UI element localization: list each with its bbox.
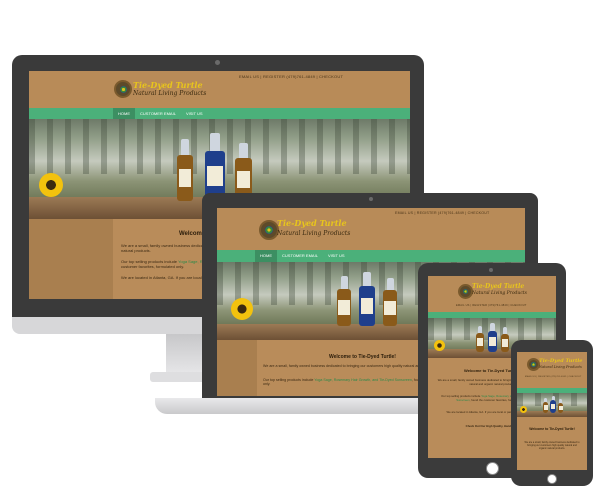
turtle-logo-icon[interactable] [259, 220, 279, 240]
nav-home[interactable]: HOME [255, 250, 277, 262]
phone-home-button[interactable] [547, 474, 557, 484]
site-header: Tie-Dyed Turtle Natural Living Products … [29, 71, 410, 108]
phone-site: Tie-Dyed Turtle Natural Living Products … [517, 352, 587, 470]
turtle-logo-icon[interactable] [114, 80, 132, 98]
sunflower [434, 340, 445, 351]
turtle-logo-icon[interactable] [458, 284, 473, 299]
logo-title: Tie-Dyed Turtle [539, 358, 583, 364]
logo-subtitle: Natural Living Products [133, 90, 207, 97]
welcome-heading: Welcome to Tie-Dyed Turtle! [329, 354, 396, 360]
logo-subtitle: Natural Living Products [539, 365, 582, 369]
oil-bottle-blue [488, 323, 497, 352]
tablet-camera [489, 268, 493, 272]
oil-bottle-amber [337, 276, 351, 326]
nav-home[interactable]: HOME [113, 108, 135, 119]
contact-bar[interactable]: EMAIL US | REGISTER (479)761-4849 | CHEC… [395, 211, 489, 215]
nav-customer-email[interactable]: CUSTOMER EMAIL [277, 250, 323, 262]
logo-title: Tie-Dyed Turtle [277, 218, 347, 228]
products-link[interactable]: Yoga Sage, Rosemary Hair Growth, and Tie… [314, 378, 412, 382]
logo-subtitle: Natural Living Products [472, 291, 527, 296]
logo-title: Tie-Dyed Turtle [133, 80, 203, 90]
intro-paragraph: We are a small, family owned business de… [524, 441, 580, 450]
sunflower [520, 406, 527, 413]
oil-bottle-amber-2 [383, 278, 397, 326]
oil-bottle-blue [359, 272, 375, 326]
oil-bottle-amber [543, 398, 548, 413]
main-nav: HOME CUSTOMER EMAIL VISIT US [29, 108, 410, 119]
oil-bottle-blue [205, 133, 225, 201]
logo-subtitle: Natural Living Products [277, 230, 351, 237]
nav-customer-email[interactable]: CUSTOMER EMAIL [135, 108, 181, 119]
contact-bar[interactable]: EMAIL US | REGISTER (479)761-4849 | CHEC… [239, 74, 343, 79]
contact-bar[interactable]: EMAIL US | REGISTER (479)761-4849 | CHEC… [525, 376, 581, 378]
welcome-heading: Welcome to Tie-Dyed Turtle! [464, 368, 518, 373]
nav-visit-us[interactable]: VISIT US [181, 108, 208, 119]
oil-bottle-amber-2 [501, 327, 509, 352]
logo-title: Tie-Dyed Turtle [472, 283, 525, 290]
welcome-heading: Welcome to Tie-Dyed Turtle! [529, 427, 575, 431]
oil-bottle-amber [476, 326, 484, 352]
tablet-home-button[interactable] [486, 462, 499, 475]
sunflower [39, 173, 63, 197]
main-nav: HOME CUSTOMER EMAIL VISIT US [217, 250, 525, 262]
content-area: Welcome to Tie-Dyed Turtle! We are a sma… [517, 417, 587, 470]
site-header: Tie-Dyed Turtle Natural Living Products … [517, 352, 587, 388]
sunflower [231, 298, 253, 320]
monitor-camera [215, 60, 220, 65]
site-header: Tie-Dyed Turtle Natural Living Products … [217, 208, 525, 250]
contact-bar[interactable]: EMAIL US | REGISTER (479)761-4849 | CHEC… [456, 304, 527, 307]
site-header: Tie-Dyed Turtle Natural Living Products … [428, 276, 556, 312]
hero-image [517, 393, 587, 417]
oil-bottle-blue [550, 396, 556, 413]
laptop-camera [369, 197, 373, 201]
oil-bottle-amber-2 [558, 399, 563, 413]
nav-visit-us[interactable]: VISIT US [323, 250, 350, 262]
oil-bottle-amber [177, 139, 193, 201]
